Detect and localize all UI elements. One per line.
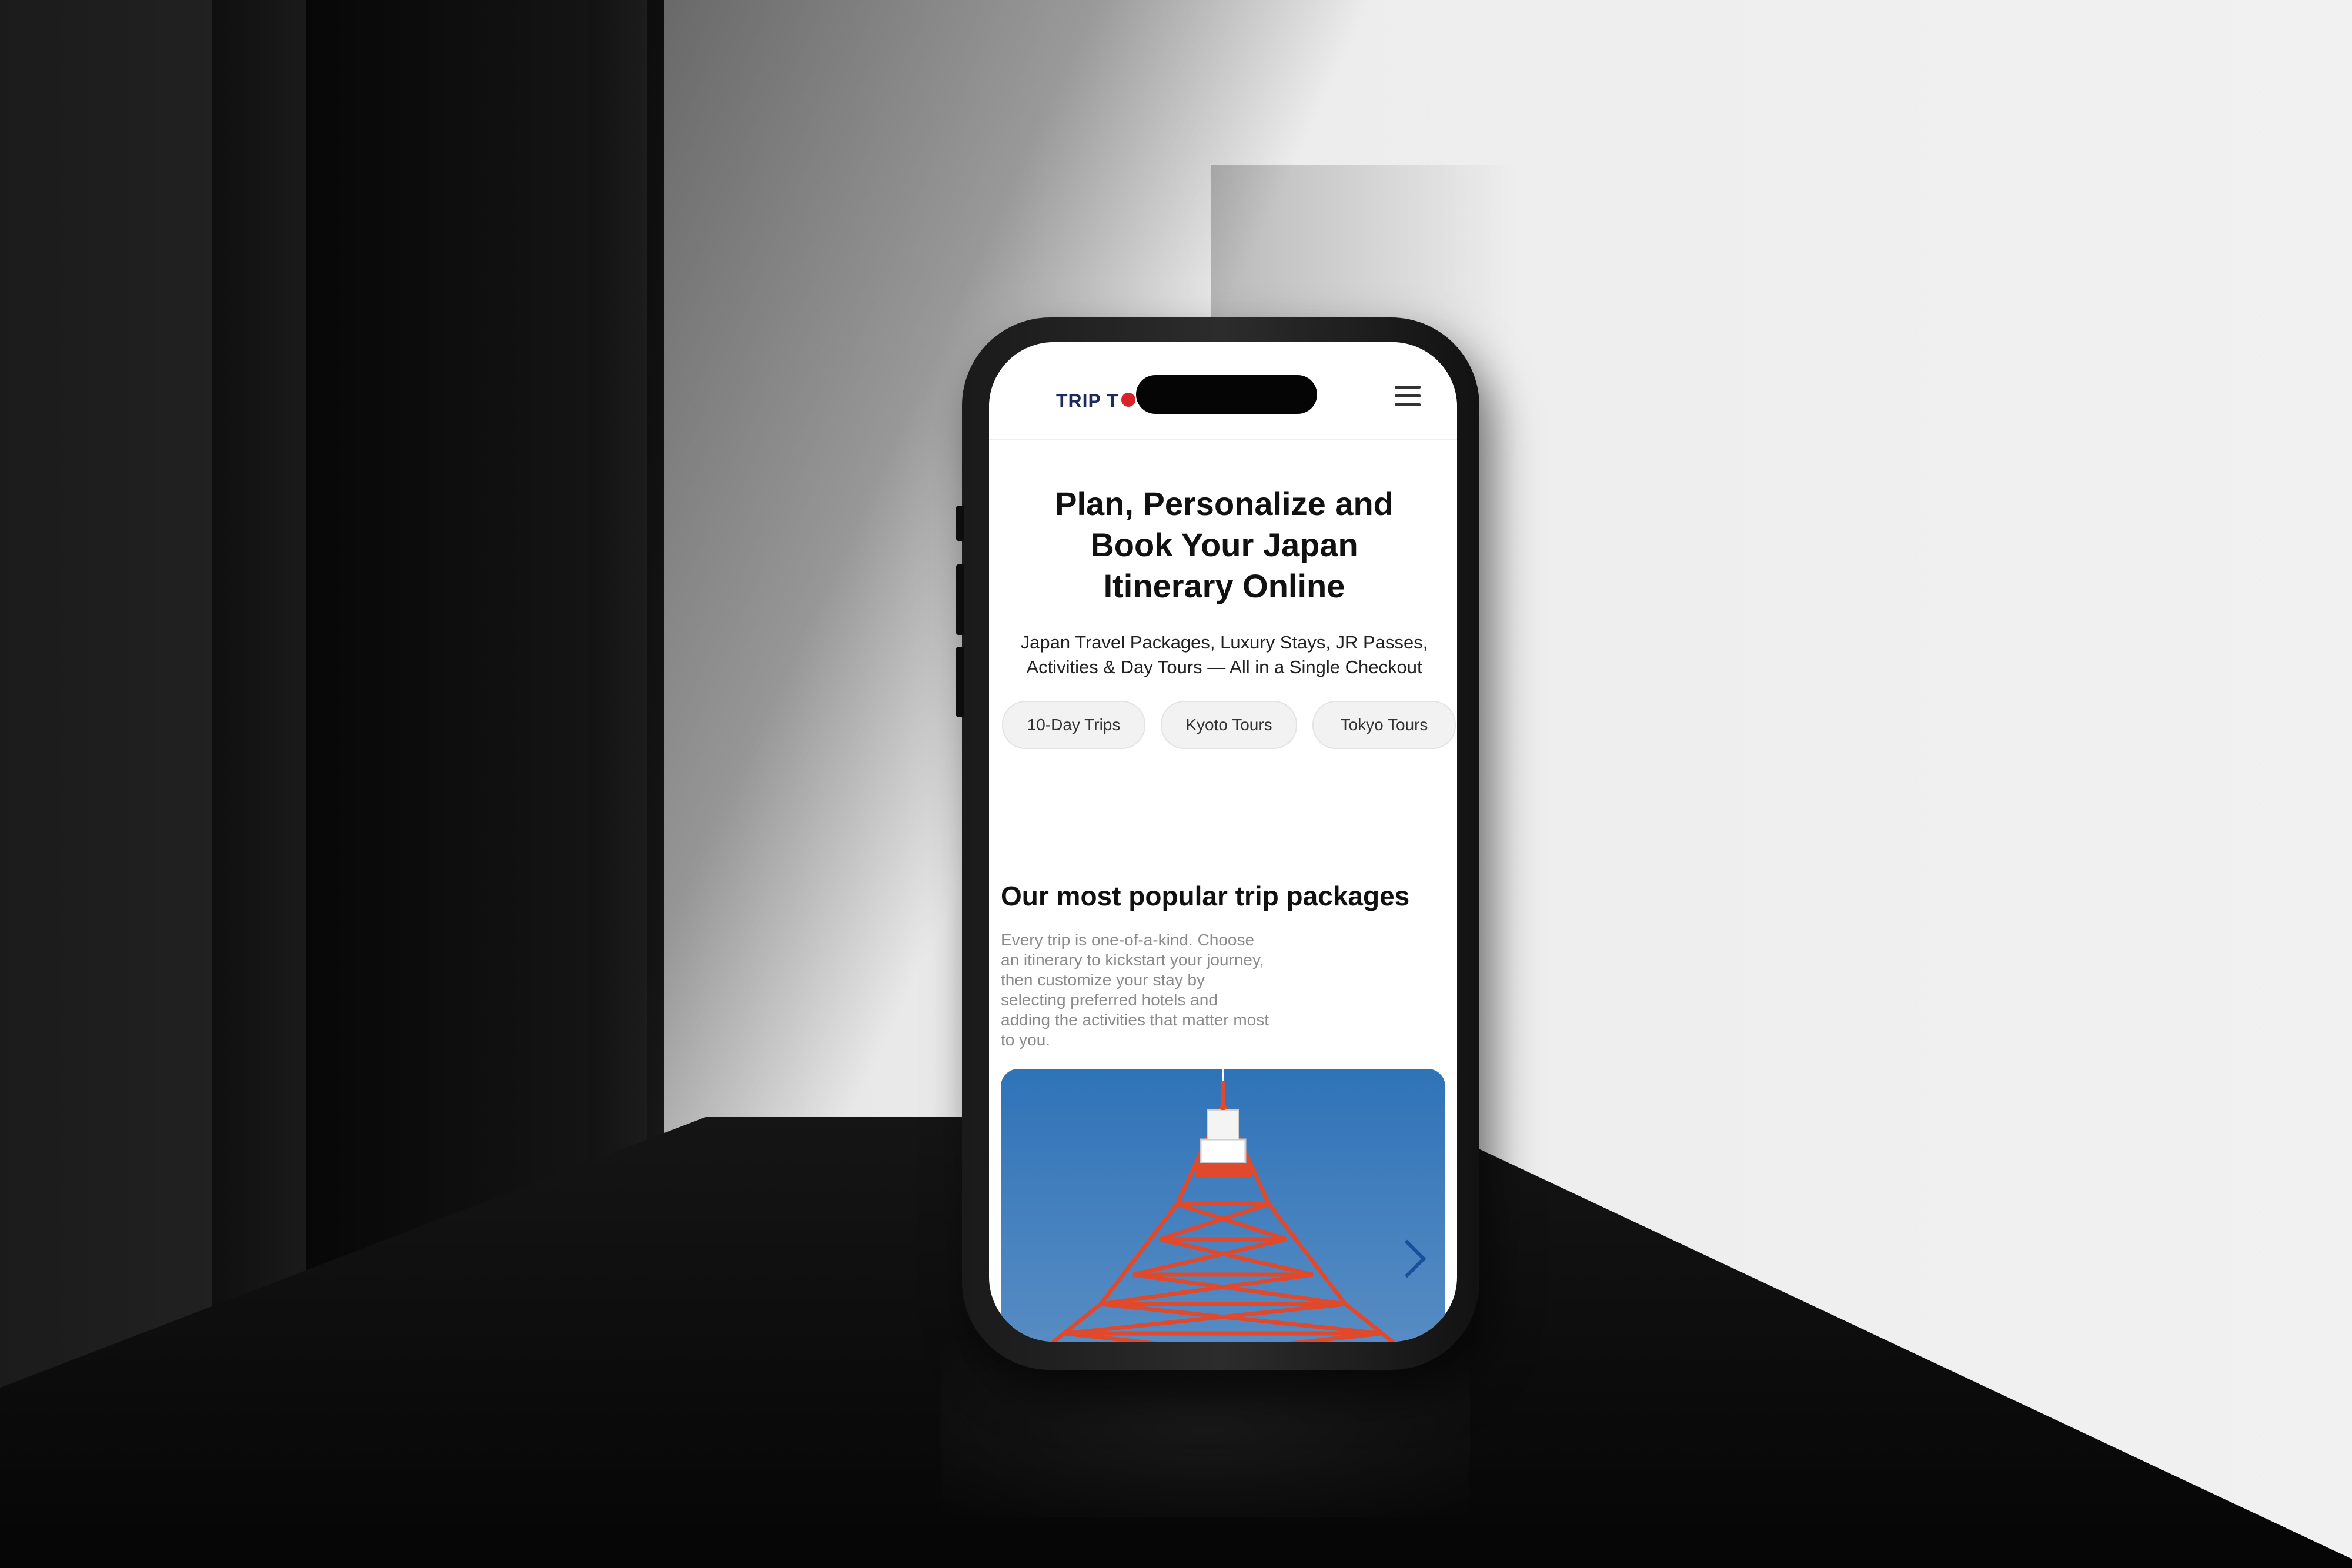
hamburger-menu-icon[interactable] <box>1395 386 1421 409</box>
logo-dot <box>1121 393 1135 407</box>
chip-10-day-trips[interactable]: 10-Day Trips <box>1002 701 1145 749</box>
phone-side-button <box>956 564 964 635</box>
shelf-panel <box>212 0 306 1340</box>
photo-scene: TRIP T Plan, Personalize and Book Your J… <box>0 0 2352 1568</box>
tokyo-tower-image <box>1050 1069 1396 1342</box>
phone-side-button <box>956 647 964 717</box>
popular-section-description: Every trip is one-of-a-kind. Choose an i… <box>1001 931 1269 1049</box>
hero-subtitle: Japan Travel Packages, Luxury Stays, JR … <box>1020 632 1428 677</box>
hero-title: Plan, Personalize and Book Your Japan It… <box>1055 485 1394 604</box>
shelf-interior <box>306 0 588 1329</box>
dynamic-island <box>1136 375 1317 414</box>
popular-section-title: Our most popular trip packages <box>1001 881 1410 911</box>
trip-package-card[interactable] <box>1001 1069 1445 1342</box>
phone-side-button <box>956 506 964 541</box>
chip-kyoto-tours[interactable]: Kyoto Tours <box>1161 701 1297 749</box>
chip-tokyo-tours[interactable]: Tokyo Tours <box>1312 701 1456 749</box>
filter-chips: 10-Day Trips Kyoto Tours Tokyo Tours <box>1002 701 1457 754</box>
smartphone: TRIP T Plan, Personalize and Book Your J… <box>956 317 1479 1370</box>
site-logo[interactable]: TRIP T <box>1056 390 1119 412</box>
phone-screen: TRIP T Plan, Personalize and Book Your J… <box>989 342 1457 1342</box>
